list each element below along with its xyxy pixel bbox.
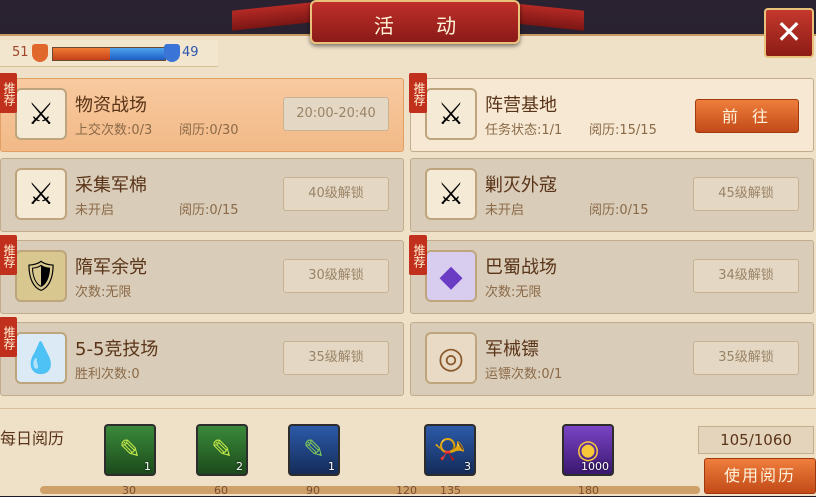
activity-sub2: 阅历:15/15	[589, 123, 657, 138]
title-banner: 活 动	[310, 0, 520, 44]
reward-count: 1000	[581, 460, 609, 473]
activity-card-junxie[interactable]: ◎ 军械镖 运镖次数:0/1 35级解锁	[410, 322, 814, 396]
reward-green-scroll[interactable]: ✎ 1	[104, 424, 156, 476]
activity-card-suijun[interactable]: 🛡 隋军余党 次数:无限 30级解锁 推荐	[0, 235, 404, 314]
activity-sub1: 任务状态:1/1	[485, 123, 563, 138]
tick-label: 180	[578, 484, 599, 497]
faction-balance-bar	[52, 47, 166, 61]
activity-name: 巴蜀战场	[485, 257, 557, 278]
reward-gold-coins[interactable]: ◉ 1000	[562, 424, 614, 476]
activity-name: 阵营基地	[485, 95, 557, 116]
tick-label: 60	[214, 484, 228, 497]
activity-sub2: 阅历:0/30	[179, 123, 239, 138]
crossed-swords-icon: ⚔	[425, 168, 477, 220]
activity-sub2: 阅历:0/15	[179, 203, 239, 218]
faction-blue-fill	[110, 48, 165, 60]
tick-label: 135	[440, 484, 461, 497]
activity-status: 34级解锁	[693, 259, 799, 293]
crossed-swords-icon: ⚔	[425, 88, 477, 140]
blue-crystal-icon: 💧	[15, 332, 67, 384]
tick-label: 90	[306, 484, 320, 497]
page-title: 活 动	[373, 14, 475, 38]
purple-gem-icon: ◆	[425, 250, 477, 302]
tick-label: 30	[122, 484, 136, 497]
activity-sub1: 胜利次数:0	[75, 367, 140, 382]
activity-card-caiji[interactable]: ⚔ 采集军棉 未开启 阅历:0/15 40级解锁	[0, 158, 404, 232]
activity-status: 35级解锁	[283, 341, 389, 375]
activity-status: 20:00-20:40	[283, 97, 389, 131]
close-button[interactable]: ✕	[764, 8, 814, 58]
activity-name: 隋军余党	[75, 257, 147, 278]
faction-red-fill	[53, 48, 111, 60]
activity-card-zhenying[interactable]: ⚔ 阵营基地 任务状态:1/1 阅历:15/15 前往 推荐	[409, 73, 814, 152]
activity-card-bashu[interactable]: ◆ 巴蜀战场 次数:无限 34级解锁 推荐	[409, 235, 814, 314]
activity-name: 剿灭外寇	[485, 175, 557, 196]
activity-status: 45级解锁	[693, 177, 799, 211]
scroll-icon: ✎	[211, 435, 233, 465]
horn-icon: 📯	[433, 435, 467, 465]
activity-sub1: 次数:无限	[75, 285, 132, 300]
reward-horn[interactable]: 📯 3	[424, 424, 476, 476]
activity-sub1: 次数:无限	[485, 285, 542, 300]
recommend-tag: 推荐	[409, 73, 427, 113]
activity-status: 30级解锁	[283, 259, 389, 293]
daily-label: 每日阅历	[0, 429, 65, 448]
armor-icon: 🛡	[15, 250, 67, 302]
use-experience-button[interactable]: 使用阅历	[704, 458, 816, 494]
activity-status: 40级解锁	[283, 177, 389, 211]
reward-green-scroll-2[interactable]: ✎ 2	[196, 424, 248, 476]
recommend-tag: 推荐	[0, 235, 17, 275]
coins-icon: ◎	[425, 332, 477, 384]
crossed-swords-icon: ⚔	[15, 88, 67, 140]
activity-name: 5-5竞技场	[75, 339, 159, 360]
blue-shield-icon	[164, 44, 180, 62]
recommend-tag: 推荐	[0, 73, 17, 113]
activity-name: 军械镖	[485, 339, 539, 360]
reward-count: 1	[328, 460, 335, 473]
activity-name: 物资战场	[75, 95, 147, 116]
activity-card-wuzi[interactable]: ⚔ 物资战场 上交次数:0/3 阅历:0/30 20:00-20:40 推荐	[0, 73, 404, 152]
daily-progress-strip	[40, 486, 700, 494]
recommend-tag: 推荐	[0, 317, 17, 357]
activity-status: 35级解锁	[693, 341, 799, 375]
activity-sub2: 阅历:0/15	[589, 203, 649, 218]
activity-sub1: 未开启	[75, 203, 115, 218]
activity-sub1: 上交次数:0/3	[75, 123, 153, 138]
scroll-icon: ✎	[119, 435, 141, 465]
close-icon: ✕	[775, 13, 803, 51]
reward-count: 1	[144, 460, 151, 473]
right-level-value: 49	[182, 45, 199, 60]
reward-count: 2	[236, 460, 243, 473]
activity-name: 采集军棉	[75, 175, 147, 196]
scroll-icon: ✎	[303, 435, 325, 465]
left-level-value: 51	[12, 45, 29, 60]
go-button[interactable]: 前往	[695, 99, 799, 133]
orange-shield-icon	[32, 44, 48, 62]
activity-card-jiaomie[interactable]: ⚔ 剿灭外寇 未开启 阅历:0/15 45级解锁	[410, 158, 814, 232]
crossed-swords-icon: ⚔	[15, 168, 67, 220]
activity-sub1: 运镖次数:0/1	[485, 367, 563, 382]
reward-count: 3	[464, 460, 471, 473]
experience-counter: 105/1060	[698, 426, 814, 454]
reward-blue-scroll[interactable]: ✎ 1	[288, 424, 340, 476]
activity-sub1: 未开启	[485, 203, 525, 218]
recommend-tag: 推荐	[409, 235, 427, 275]
activity-card-arena[interactable]: 💧 5-5竞技场 胜利次数:0 35级解锁 推荐	[0, 317, 404, 396]
tick-label: 120	[396, 484, 417, 497]
